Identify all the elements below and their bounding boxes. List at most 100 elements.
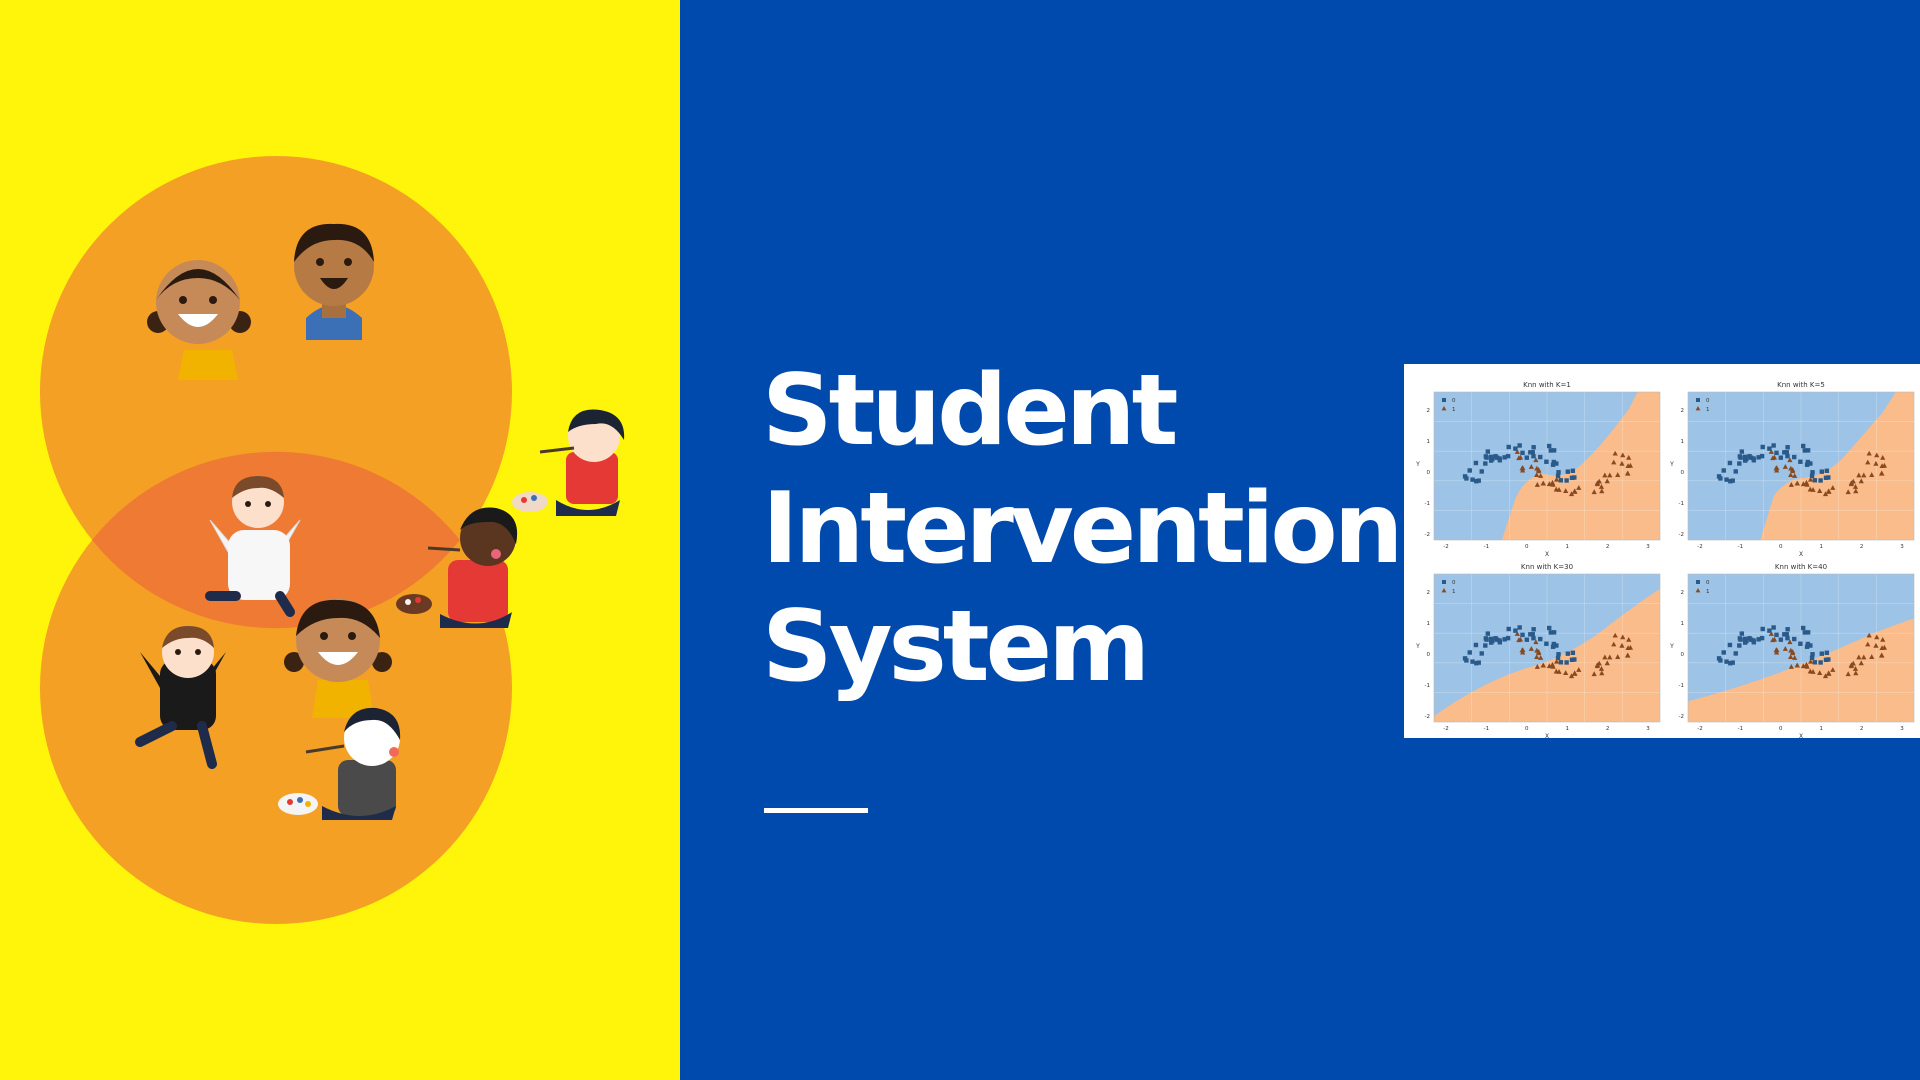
class0-point [1805,459,1811,465]
class0-point [1530,450,1535,455]
class0-point [1721,468,1726,473]
class0-point [1739,631,1745,636]
x-tick-label: 3 [1646,544,1650,550]
legend-swatch-0 [1696,398,1700,402]
y-tick-label: -1 [1425,683,1430,689]
class0-point [1548,630,1554,635]
class0-point [1551,641,1557,647]
title-line-2: Intervention [762,472,1404,586]
class0-point [1531,453,1536,459]
x-tick-label: -2 [1443,726,1448,732]
class0-point [1802,630,1808,635]
class0-point [1760,444,1765,450]
x-tick-label: -2 [1443,544,1448,550]
children-illustration [0,0,680,1080]
x-tick-label: 3 [1900,544,1904,550]
x-tick-label: 1 [1819,726,1823,732]
class0-point [1517,443,1522,448]
slide-title: Student Intervention System [762,352,1404,706]
class0-point [1488,636,1494,642]
legend-swatch-0 [1696,580,1700,584]
legend-label-1: 1 [1452,407,1456,413]
class0-point [1505,453,1511,459]
class0-point [1716,474,1722,479]
title-line-3: System [762,590,1150,704]
class0-point [1470,477,1475,482]
y-tick-label: 1 [1681,621,1685,627]
y-tick-label: -1 [1679,501,1684,507]
legend-label-0: 0 [1706,398,1710,404]
class0-point [1484,455,1489,460]
subplot-title: Knn with K=30 [1521,563,1573,571]
painting-boy-icon [512,409,625,516]
x-axis-label: X [1799,733,1803,738]
class0-point [1531,635,1536,641]
class0-point [1724,477,1729,482]
class0-point [1771,625,1776,630]
x-axis-label: X [1799,551,1803,558]
class0-point [1785,445,1790,450]
title-line-1: Student [762,354,1178,468]
class0-point [1716,656,1722,661]
class0-point [1737,461,1742,466]
class0-point [1724,659,1729,664]
knn-subplot: 0 1 Knn with K=5 -2 -1 0 1 2 3 2 1 0 -1 -2 X Y [1669,381,1915,558]
class0-point [1551,459,1557,465]
class0-point [1785,627,1790,632]
class0-point [1570,468,1576,473]
title-underline [764,808,868,813]
x-tick-label: -2 [1697,726,1702,732]
x-tick-label: 1 [1565,726,1569,732]
class0-point [1479,651,1484,656]
y-tick-label: 2 [1427,590,1431,596]
class0-point [1826,657,1831,662]
class0-point [1485,449,1491,454]
y-tick-label: -2 [1679,714,1684,720]
class0-point [1572,657,1577,662]
class0-point [1474,661,1479,666]
class0-point [1558,660,1564,665]
y-tick-label: 0 [1681,652,1685,658]
class0-point [1506,626,1511,632]
class0-point [1771,443,1776,448]
class0-point [1742,454,1748,460]
class0-point [1474,479,1479,484]
class0-point [1785,635,1790,641]
class0-point [1792,454,1797,460]
class0-point [1727,642,1733,648]
class0-point [1805,641,1811,647]
left-illustration-panel [0,0,680,1080]
class0-point [1784,632,1789,637]
class0-point [1759,453,1765,459]
class0-point [1564,478,1569,483]
class0-point [1721,650,1726,655]
class0-point [1538,636,1543,642]
class0-point [1488,454,1494,460]
y-axis-label: Y [1669,643,1674,650]
class0-point [1774,450,1779,456]
class0-point [1497,458,1503,463]
class0-point [1737,643,1742,648]
class0-point [1784,450,1789,455]
class0-point [1738,455,1743,460]
class0-point [1774,632,1779,638]
class0-point [1524,455,1530,460]
y-tick-label: -2 [1425,714,1430,720]
class0-point [1531,445,1536,450]
class0-point [1572,475,1577,480]
class0-point [1544,641,1549,646]
class0-point [1544,459,1549,464]
class0-point [1824,468,1830,473]
x-tick-label: 2 [1606,726,1610,732]
y-tick-label: -1 [1679,683,1684,689]
x-axis-label: X [1545,551,1549,558]
x-tick-label: 2 [1860,726,1864,732]
class0-point [1798,641,1803,646]
y-axis-label: Y [1415,643,1420,650]
class0-point [1538,454,1543,460]
class0-point [1759,635,1765,641]
legend-label-1: 1 [1706,589,1710,595]
class0-point [1570,650,1576,655]
x-axis-label: X [1545,733,1549,738]
class0-point [1824,650,1830,655]
